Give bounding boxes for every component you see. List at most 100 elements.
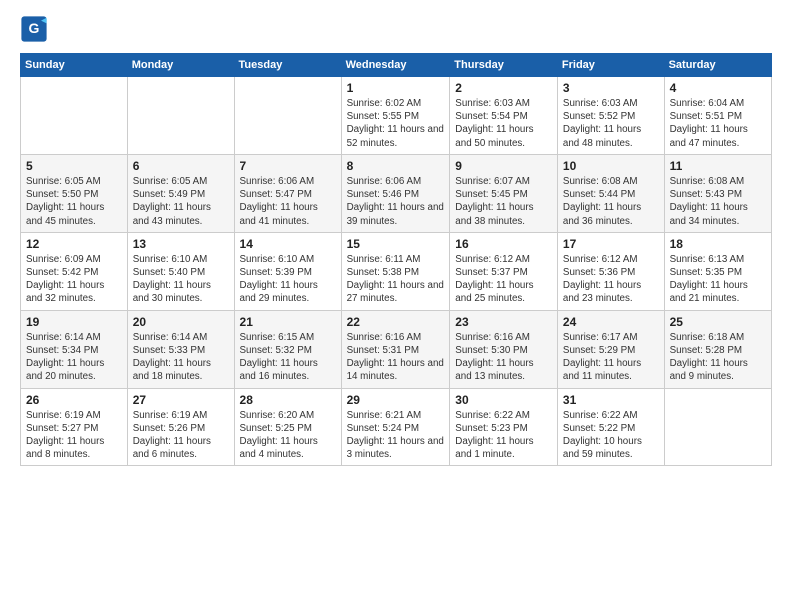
calendar-week-row: 1 Sunrise: 6:02 AMSunset: 5:55 PMDaylight… bbox=[21, 77, 772, 155]
day-number: 23 bbox=[455, 315, 552, 329]
day-number: 28 bbox=[240, 393, 336, 407]
day-info: Sunrise: 6:16 AMSunset: 5:30 PMDaylight:… bbox=[455, 331, 552, 384]
day-number: 31 bbox=[563, 393, 659, 407]
day-info: Sunrise: 6:14 AMSunset: 5:34 PMDaylight:… bbox=[26, 331, 122, 384]
calendar-day-cell: 22Sunrise: 6:16 AMSunset: 5:31 PMDayligh… bbox=[341, 310, 450, 388]
day-number: 7 bbox=[240, 159, 336, 173]
day-number: 13 bbox=[133, 237, 229, 251]
day-number: 15 bbox=[347, 237, 445, 251]
day-number: 29 bbox=[347, 393, 445, 407]
day-number: 1 bbox=[347, 81, 445, 95]
calendar-day-cell: 8Sunrise: 6:06 AMSunset: 5:46 PMDaylight… bbox=[341, 154, 450, 232]
calendar-day-cell: 6Sunrise: 6:05 AMSunset: 5:49 PMDaylight… bbox=[127, 154, 234, 232]
day-info: Sunrise: 6:04 AMSunset: 5:51 PMDaylight:… bbox=[670, 97, 766, 150]
day-number: 30 bbox=[455, 393, 552, 407]
weekday-header: Friday bbox=[557, 54, 664, 77]
day-info: Sunrise: 6:10 AMSunset: 5:39 PMDaylight:… bbox=[240, 253, 336, 306]
day-number: 3 bbox=[563, 81, 659, 95]
day-number: 14 bbox=[240, 237, 336, 251]
day-info: Sunrise: 6:19 AMSunset: 5:26 PMDaylight:… bbox=[133, 409, 229, 462]
day-number: 12 bbox=[26, 237, 122, 251]
weekday-header: Wednesday bbox=[341, 54, 450, 77]
calendar-day-cell: 7 Sunrise: 6:06 AMSunset: 5:47 PMDaylight… bbox=[234, 154, 341, 232]
calendar-day-cell: 20Sunrise: 6:14 AMSunset: 5:33 PMDayligh… bbox=[127, 310, 234, 388]
day-number: 4 bbox=[670, 81, 766, 95]
logo: G bbox=[20, 15, 52, 43]
day-info: Sunrise: 6:03 AMSunset: 5:54 PMDaylight:… bbox=[455, 97, 552, 150]
day-number: 2 bbox=[455, 81, 552, 95]
calendar-day-cell: 21 Sunrise: 6:15 AMSunset: 5:32 PMDayligh… bbox=[234, 310, 341, 388]
calendar-day-cell: 13 Sunrise: 6:10 AMSunset: 5:40 PMDayligh… bbox=[127, 232, 234, 310]
calendar-day-cell: 3 Sunrise: 6:03 AMSunset: 5:52 PMDaylight… bbox=[557, 77, 664, 155]
calendar-table: SundayMondayTuesdayWednesdayThursdayFrid… bbox=[20, 53, 772, 466]
calendar-day-cell: 29 Sunrise: 6:21 AMSunset: 5:24 PMDayligh… bbox=[341, 388, 450, 466]
day-number: 17 bbox=[563, 237, 659, 251]
calendar-day-cell bbox=[127, 77, 234, 155]
calendar-day-cell bbox=[664, 388, 771, 466]
day-number: 26 bbox=[26, 393, 122, 407]
calendar-day-cell: 15Sunrise: 6:11 AMSunset: 5:38 PMDayligh… bbox=[341, 232, 450, 310]
day-info: Sunrise: 6:06 AMSunset: 5:47 PMDaylight:… bbox=[240, 175, 336, 228]
day-info: Sunrise: 6:16 AMSunset: 5:31 PMDaylight:… bbox=[347, 331, 445, 384]
logo-icon: G bbox=[20, 15, 48, 43]
weekday-header: Thursday bbox=[450, 54, 558, 77]
day-info: Sunrise: 6:22 AMSunset: 5:23 PMDaylight:… bbox=[455, 409, 552, 462]
calendar-day-cell: 25 Sunrise: 6:18 AMSunset: 5:28 PMDayligh… bbox=[664, 310, 771, 388]
day-info: Sunrise: 6:21 AMSunset: 5:24 PMDaylight:… bbox=[347, 409, 445, 462]
day-info: Sunrise: 6:15 AMSunset: 5:32 PMDaylight:… bbox=[240, 331, 336, 384]
calendar-day-cell: 31 Sunrise: 6:22 AMSunset: 5:22 PMDayligh… bbox=[557, 388, 664, 466]
calendar-week-row: 19Sunrise: 6:14 AMSunset: 5:34 PMDayligh… bbox=[21, 310, 772, 388]
weekday-header-row: SundayMondayTuesdayWednesdayThursdayFrid… bbox=[21, 54, 772, 77]
weekday-header: Sunday bbox=[21, 54, 128, 77]
day-info: Sunrise: 6:02 AMSunset: 5:55 PMDaylight:… bbox=[347, 97, 445, 150]
calendar-day-cell bbox=[234, 77, 341, 155]
day-info: Sunrise: 6:18 AMSunset: 5:28 PMDaylight:… bbox=[670, 331, 766, 384]
day-number: 5 bbox=[26, 159, 122, 173]
calendar-day-cell: 17Sunrise: 6:12 AMSunset: 5:36 PMDayligh… bbox=[557, 232, 664, 310]
day-number: 18 bbox=[670, 237, 766, 251]
svg-text:G: G bbox=[29, 20, 40, 36]
day-info: Sunrise: 6:08 AMSunset: 5:43 PMDaylight:… bbox=[670, 175, 766, 228]
day-info: Sunrise: 6:19 AMSunset: 5:27 PMDaylight:… bbox=[26, 409, 122, 462]
calendar-day-cell: 28Sunrise: 6:20 AMSunset: 5:25 PMDayligh… bbox=[234, 388, 341, 466]
day-info: Sunrise: 6:08 AMSunset: 5:44 PMDaylight:… bbox=[563, 175, 659, 228]
calendar-day-cell: 4 Sunrise: 6:04 AMSunset: 5:51 PMDaylight… bbox=[664, 77, 771, 155]
day-number: 21 bbox=[240, 315, 336, 329]
calendar-day-cell bbox=[21, 77, 128, 155]
calendar-day-cell: 27 Sunrise: 6:19 AMSunset: 5:26 PMDayligh… bbox=[127, 388, 234, 466]
day-number: 11 bbox=[670, 159, 766, 173]
page-container: G SundayMondayTuesdayWednesdayThursdayFr… bbox=[0, 0, 792, 476]
calendar-day-cell: 2 Sunrise: 6:03 AMSunset: 5:54 PMDaylight… bbox=[450, 77, 558, 155]
day-number: 27 bbox=[133, 393, 229, 407]
calendar-day-cell: 12 Sunrise: 6:09 AMSunset: 5:42 PMDayligh… bbox=[21, 232, 128, 310]
day-info: Sunrise: 6:17 AMSunset: 5:29 PMDaylight:… bbox=[563, 331, 659, 384]
day-number: 24 bbox=[563, 315, 659, 329]
calendar-day-cell: 16Sunrise: 6:12 AMSunset: 5:37 PMDayligh… bbox=[450, 232, 558, 310]
calendar-day-cell: 14 Sunrise: 6:10 AMSunset: 5:39 PMDayligh… bbox=[234, 232, 341, 310]
header: G bbox=[20, 15, 772, 43]
calendar-day-cell: 18 Sunrise: 6:13 AMSunset: 5:35 PMDayligh… bbox=[664, 232, 771, 310]
calendar-day-cell: 11 Sunrise: 6:08 AMSunset: 5:43 PMDayligh… bbox=[664, 154, 771, 232]
day-number: 6 bbox=[133, 159, 229, 173]
day-number: 10 bbox=[563, 159, 659, 173]
calendar-week-row: 5Sunrise: 6:05 AMSunset: 5:50 PMDaylight… bbox=[21, 154, 772, 232]
day-number: 25 bbox=[670, 315, 766, 329]
calendar-day-cell: 30 Sunrise: 6:22 AMSunset: 5:23 PMDayligh… bbox=[450, 388, 558, 466]
calendar-day-cell: 19Sunrise: 6:14 AMSunset: 5:34 PMDayligh… bbox=[21, 310, 128, 388]
calendar-day-cell: 1 Sunrise: 6:02 AMSunset: 5:55 PMDaylight… bbox=[341, 77, 450, 155]
day-info: Sunrise: 6:14 AMSunset: 5:33 PMDaylight:… bbox=[133, 331, 229, 384]
day-info: Sunrise: 6:10 AMSunset: 5:40 PMDaylight:… bbox=[133, 253, 229, 306]
calendar-day-cell: 9 Sunrise: 6:07 AMSunset: 5:45 PMDaylight… bbox=[450, 154, 558, 232]
day-info: Sunrise: 6:13 AMSunset: 5:35 PMDaylight:… bbox=[670, 253, 766, 306]
calendar-week-row: 26 Sunrise: 6:19 AMSunset: 5:27 PMDayligh… bbox=[21, 388, 772, 466]
day-number: 16 bbox=[455, 237, 552, 251]
calendar-day-cell: 10 Sunrise: 6:08 AMSunset: 5:44 PMDayligh… bbox=[557, 154, 664, 232]
day-number: 9 bbox=[455, 159, 552, 173]
calendar-day-cell: 23 Sunrise: 6:16 AMSunset: 5:30 PMDayligh… bbox=[450, 310, 558, 388]
day-info: Sunrise: 6:07 AMSunset: 5:45 PMDaylight:… bbox=[455, 175, 552, 228]
day-info: Sunrise: 6:22 AMSunset: 5:22 PMDaylight:… bbox=[563, 409, 659, 462]
day-info: Sunrise: 6:09 AMSunset: 5:42 PMDaylight:… bbox=[26, 253, 122, 306]
day-number: 8 bbox=[347, 159, 445, 173]
weekday-header: Saturday bbox=[664, 54, 771, 77]
day-info: Sunrise: 6:03 AMSunset: 5:52 PMDaylight:… bbox=[563, 97, 659, 150]
